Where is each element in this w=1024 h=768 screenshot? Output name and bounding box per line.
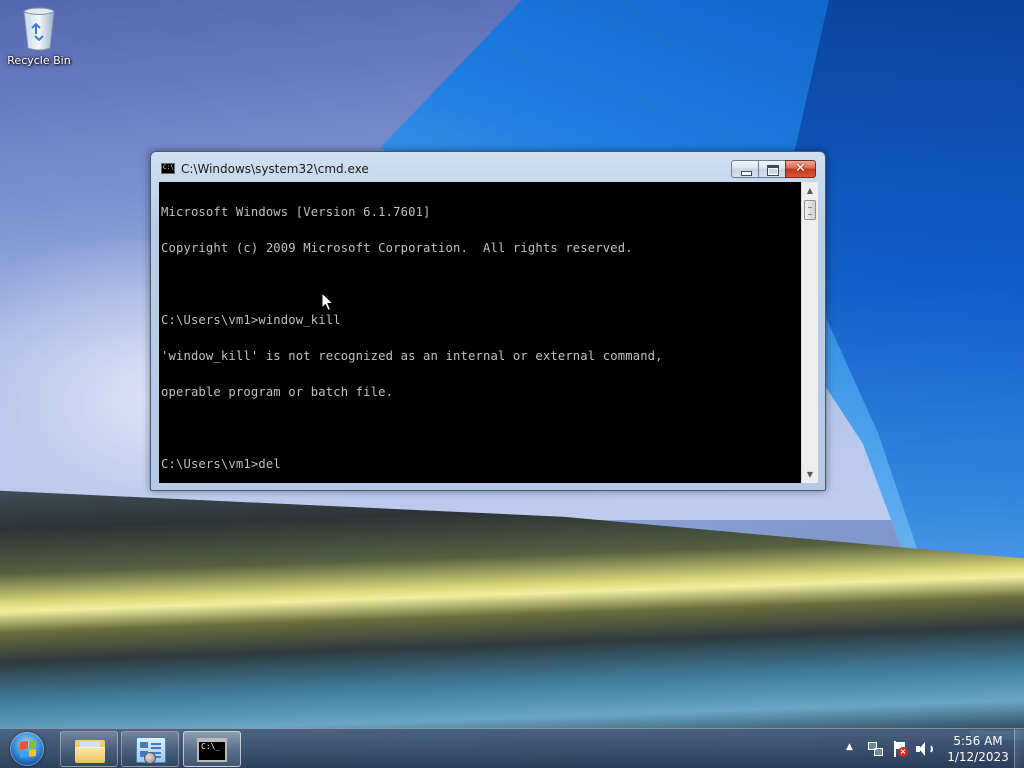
console-line: C:\Users\vm1>window_kill bbox=[161, 313, 341, 327]
mouse-pointer-icon bbox=[321, 292, 335, 312]
windows-logo-icon bbox=[20, 740, 36, 758]
show-hidden-icons-arrow-icon[interactable]: ▲ bbox=[846, 742, 853, 752]
start-button[interactable] bbox=[6, 730, 46, 768]
console-line: Microsoft Windows [Version 6.1.7601] bbox=[161, 205, 431, 219]
taskbar: C:\_ ▲ × 5:56 AM 1/12/2023 bbox=[0, 728, 1024, 768]
caption-buttons: ✕ bbox=[731, 160, 816, 178]
clock-date: 1/12/2023 bbox=[947, 750, 1009, 764]
title-bar[interactable]: C:\ C:\Windows\system32\cmd.exe ✕ bbox=[151, 152, 825, 182]
scroll-up-arrow-icon[interactable]: ▲ bbox=[802, 182, 818, 199]
cmd-icon: C:\_ bbox=[197, 738, 227, 762]
network-icon[interactable] bbox=[868, 741, 884, 757]
maximize-icon bbox=[767, 165, 779, 176]
window-title: C:\Windows\system32\cmd.exe bbox=[181, 162, 369, 176]
recycle-bin-label: Recycle Bin bbox=[7, 54, 71, 67]
console-line: 'window_kill' is not recognized as an in… bbox=[161, 349, 663, 363]
folder-icon bbox=[75, 738, 105, 763]
cmd-icon-text: C:\_ bbox=[201, 742, 221, 751]
scroll-down-arrow-icon[interactable]: ▼ bbox=[802, 466, 818, 483]
desktop: Recycle Bin C:\ C:\Windows\system32\cmd.… bbox=[0, 0, 1024, 768]
control-panel-globe-icon bbox=[144, 752, 156, 764]
minimize-button[interactable] bbox=[731, 160, 759, 178]
windows-start-orb-icon bbox=[10, 732, 44, 766]
show-desktop-button[interactable] bbox=[1014, 729, 1024, 768]
console-line: operable program or batch file. bbox=[161, 385, 394, 399]
close-button[interactable]: ✕ bbox=[785, 160, 816, 178]
console-input-line[interactable]: C:\Users\vm1>del bbox=[161, 458, 801, 470]
taskbar-control-panel[interactable] bbox=[121, 731, 179, 767]
clock[interactable]: 5:56 AM 1/12/2023 bbox=[940, 733, 1016, 765]
console-line: Copyright (c) 2009 Microsoft Corporation… bbox=[161, 241, 633, 255]
desktop-icon-recycle-bin[interactable]: Recycle Bin bbox=[4, 6, 74, 76]
clock-time: 5:56 AM bbox=[953, 734, 1003, 748]
cmd-window-icon-text: C:\ bbox=[163, 164, 174, 171]
system-tray: ▲ × 5:56 AM 1/12/2023 bbox=[840, 729, 1024, 768]
taskbar-windows-explorer[interactable] bbox=[60, 731, 118, 767]
console-output: Microsoft Windows [Version 6.1.7601] Cop… bbox=[161, 182, 801, 483]
close-icon: ✕ bbox=[795, 161, 806, 176]
maximize-button[interactable] bbox=[758, 160, 786, 178]
volume-icon[interactable] bbox=[916, 742, 934, 758]
recycle-bin-icon bbox=[23, 7, 55, 51]
cmd-window[interactable]: C:\ C:\Windows\system32\cmd.exe ✕ Micros… bbox=[150, 151, 826, 491]
scrollbar-thumb[interactable] bbox=[804, 200, 816, 220]
console-area[interactable]: Microsoft Windows [Version 6.1.7601] Cop… bbox=[159, 182, 809, 483]
vertical-scrollbar[interactable]: ▲ ▼ bbox=[801, 182, 818, 483]
taskbar-command-prompt[interactable]: C:\_ bbox=[183, 731, 241, 767]
minimize-icon bbox=[741, 171, 752, 176]
cmd-window-icon[interactable]: C:\ bbox=[161, 163, 175, 174]
action-center-flag-icon[interactable]: × bbox=[892, 741, 908, 757]
